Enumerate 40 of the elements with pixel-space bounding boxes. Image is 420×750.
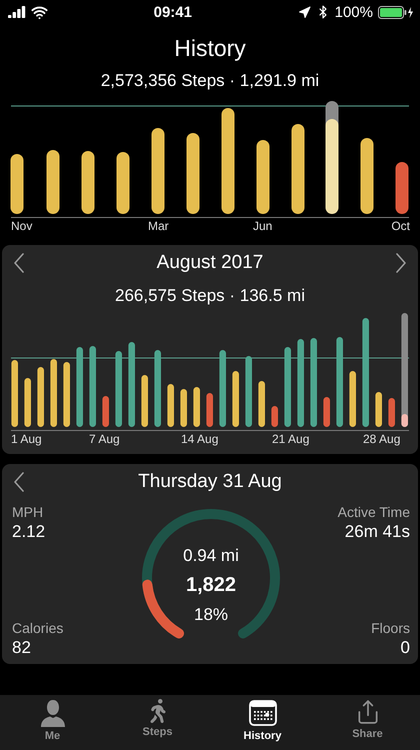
person-icon xyxy=(40,699,66,727)
battery-icon xyxy=(378,6,414,18)
total-summary: 2,573,356 Steps · 1,291.9 mi xyxy=(100,71,320,90)
axis-label: Mar xyxy=(148,219,169,233)
axis-label: 21 Aug xyxy=(272,432,310,446)
month-summary: 266,575 Steps · 136.5 mi xyxy=(115,286,305,305)
location-icon xyxy=(298,6,311,18)
tab[interactable]: Steps xyxy=(105,695,210,750)
axis-label: Oct xyxy=(391,219,410,233)
stat-value: 26m 41s xyxy=(344,522,410,542)
calendar-icon xyxy=(248,699,276,727)
wifi-icon xyxy=(31,4,48,20)
axis-label: Jun xyxy=(253,219,272,233)
distance-value: 0.94 mi xyxy=(183,546,239,566)
step-count: 1,822 xyxy=(186,574,236,596)
stat-label: Calories xyxy=(12,620,64,636)
axis-label: 14 Aug xyxy=(181,432,218,446)
chevron-right-icon xyxy=(394,253,407,273)
stat-value: 2.12 xyxy=(12,522,46,542)
tab[interactable]: Share xyxy=(315,695,420,750)
stat-label: MPH xyxy=(12,504,44,520)
axis-label: 1 Aug xyxy=(11,432,42,446)
chevron-left-icon xyxy=(13,472,25,492)
page-title: History xyxy=(174,35,246,61)
stat-value: 0 xyxy=(400,638,410,658)
axis-label: Nov xyxy=(11,219,32,233)
axis-label: 7 Aug xyxy=(89,432,120,446)
battery-percent: 100% xyxy=(334,4,373,20)
axis-label: 28 Aug xyxy=(363,432,400,446)
stat-value: 82 xyxy=(12,638,31,658)
goal-percent: 18% xyxy=(194,604,228,624)
day-title: Thursday 31 Aug xyxy=(138,471,282,493)
tab[interactable]: Me xyxy=(0,695,105,750)
stat-label: Active Time xyxy=(338,504,410,520)
chevron-left-icon xyxy=(13,253,25,273)
stat-label: Floors xyxy=(371,620,410,636)
tab[interactable]: History xyxy=(210,695,315,750)
month-title: August 2017 xyxy=(156,252,264,274)
signal-icon xyxy=(8,6,26,18)
status-time: 09:41 xyxy=(154,4,192,20)
